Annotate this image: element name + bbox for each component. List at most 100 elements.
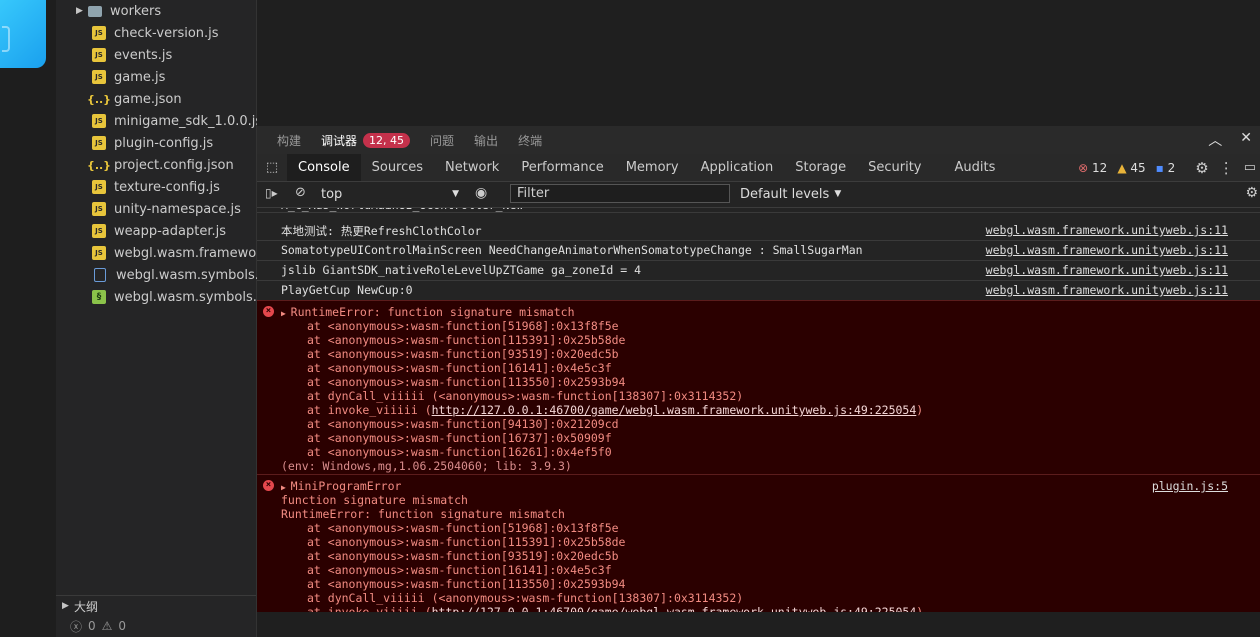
console-settings-icon[interactable]: ⚙ [1245, 185, 1258, 201]
panel-tab[interactable]: 输出 [474, 126, 498, 154]
error-icon: × [263, 306, 274, 317]
dropdown-arrow-icon: ▼ [452, 189, 459, 199]
devtools-tab[interactable]: Sources [361, 154, 434, 181]
stack-frame: at <anonymous>:wasm-function[93519]:0x20… [307, 549, 619, 563]
app-icon[interactable] [0, 0, 46, 68]
binary-file-icon: § [92, 290, 106, 304]
stack-frame: at <anonymous>:wasm-function[115391]:0x2… [307, 535, 626, 549]
js-file-icon: JS [92, 48, 106, 62]
file-name: weapp-adapter.js [114, 223, 226, 239]
log-row: M_C_Aus_WorldMainUI_UController_New [257, 208, 1260, 213]
dock-side-icon[interactable]: ▭ [1244, 160, 1256, 175]
log-source-link[interactable]: webgl.wasm.framework.unityweb.js:11 [986, 243, 1228, 257]
file-icon [94, 268, 106, 282]
js-file-icon: JS [92, 26, 106, 40]
devtools-tab[interactable]: Console [287, 154, 361, 181]
devtools-tab[interactable]: Storage [784, 154, 857, 181]
filter-input[interactable] [510, 184, 730, 203]
devtools-tab-bar: ⬚ Console Sources Network Performance Memory… [257, 154, 1260, 182]
panel-tab[interactable]: 终端 [518, 126, 542, 154]
app-logo-mark [2, 26, 10, 52]
log-source-link[interactable]: webgl.wasm.framework.unityweb.js:11 [986, 223, 1228, 237]
stack-frame: at <anonymous>:wasm-function[51968]:0x13… [307, 319, 619, 333]
issue-count-badge: 12, 45 [363, 132, 411, 148]
file-explorer: ▶ workers JS check-version.js JS events.js JS g… [56, 0, 281, 637]
error-title[interactable]: ▶ MiniProgramError [281, 479, 401, 493]
inspect-element-icon[interactable]: ⬚ [257, 160, 287, 175]
panel-tab[interactable]: 问题 [430, 126, 454, 154]
stack-frame: at <anonymous>:wasm-function[51968]:0x13… [307, 521, 619, 535]
stack-frame-link[interactable]: http://127.0.0.1:46700/game/webgl.wasm.f… [432, 605, 917, 612]
stack-frame: at <anonymous>:wasm-function[115391]:0x2… [307, 333, 626, 347]
context-select[interactable]: top ▼ [321, 184, 459, 204]
file-name: webgl.wasm.symbols.u... [114, 289, 278, 305]
message-count-icon[interactable]: ▪ 2 [1156, 161, 1176, 175]
panel-tab[interactable]: 调试器 12, 45 [321, 126, 411, 154]
folder-icon [88, 5, 102, 17]
panel-controls: ︿ ✕ [1208, 130, 1252, 150]
warning-count-icon[interactable]: ▲ 45 [1117, 161, 1145, 175]
file-name: texture-config.js [114, 179, 220, 195]
status-warning-count: 0 [118, 619, 127, 633]
expand-triangle-icon[interactable]: ▶ [281, 309, 291, 318]
folder-item[interactable]: ▶ workers [56, 0, 276, 22]
eye-icon[interactable]: ◉ [475, 185, 487, 201]
log-levels-select[interactable]: Default levels ▼ [740, 184, 841, 204]
outline-section[interactable]: ▶ 大纲 [56, 595, 256, 616]
panel-tab[interactable]: 构建 [277, 126, 301, 154]
stack-frame: at <anonymous>:wasm-function[16737]:0x50… [307, 431, 612, 445]
js-file-icon: JS [92, 180, 106, 194]
error-entry: × ▶ RuntimeError: function signature mism… [257, 300, 1260, 475]
status-bar[interactable]: ⓧ 0 ⚠ 0 [56, 615, 256, 637]
activity-bar [0, 0, 56, 637]
chevron-right-icon: ▶ [62, 601, 69, 611]
clear-console-icon[interactable]: ⊘ [295, 185, 306, 200]
stack-frame: at <anonymous>:wasm-function[94130]:0x21… [307, 417, 619, 431]
devtools-tab[interactable]: Performance [510, 154, 614, 181]
log-row: SomatotypeUIControlMainScreen NeedChange… [257, 240, 1260, 261]
log-message: M_C_Aus_WorldMainUI_UController_New [281, 208, 523, 212]
editor-area [257, 0, 1260, 126]
json-file-icon: {..} [86, 92, 112, 106]
file-name: workers [110, 3, 162, 19]
close-icon[interactable]: ✕ [1240, 130, 1252, 150]
devtools-tab[interactable]: Security [857, 154, 943, 181]
panel-tab-label: 问题 [430, 133, 455, 148]
console-output[interactable]: M_C_Aus_WorldMainUI_UController_New 本地测试:… [257, 208, 1260, 612]
devtools-tab[interactable]: Network [434, 154, 510, 181]
devtools-tab[interactable]: Audits [944, 154, 1007, 181]
chevron-right-icon: ▶ [76, 6, 83, 16]
sidebar-toggle-icon[interactable]: ▯▸ [265, 186, 278, 200]
stack-frame: at <anonymous>:wasm-function[93519]:0x20… [307, 347, 619, 361]
more-options-icon[interactable]: ⋮ [1219, 159, 1234, 177]
stack-frame-link[interactable]: http://127.0.0.1:46700/game/webgl.wasm.f… [432, 403, 917, 417]
devtools-tab[interactable]: Memory [615, 154, 690, 181]
error-source-link[interactable]: plugin.js:5 [1152, 479, 1228, 493]
log-source-link[interactable]: webgl.wasm.framework.unityweb.js:11 [986, 263, 1228, 277]
devtools-tab[interactable]: Application [690, 154, 785, 181]
file-name: minigame_sdk_1.0.0.js [114, 113, 263, 129]
log-message: PlayGetCup NewCup:0 [281, 283, 413, 297]
panel-tab-label: 调试器 [321, 133, 358, 148]
log-source-link[interactable]: webgl.wasm.framework.unityweb.js:11 [986, 283, 1228, 297]
console-toolbar: ▯▸ ⊘ top ▼ ◉ Default levels ▼ ⚙ [257, 182, 1260, 208]
error-count-icon[interactable]: ⊗ 12 [1078, 161, 1107, 175]
stack-frame: at <anonymous>:wasm-function[16141]:0x4e… [307, 361, 612, 375]
stack-frame-suffix: ) [916, 605, 924, 612]
panel-tab-label: 终端 [518, 133, 543, 148]
chevron-up-icon[interactable]: ︿ [1208, 130, 1222, 150]
devtools-counters: ⊗ 12 ▲ 45 ▪ 2 ⚙ ⋮ ▭ [1078, 154, 1260, 181]
settings-gear-icon[interactable]: ⚙ [1195, 159, 1208, 177]
log-row: 本地测试: 热更RefreshClothColor webgl.wasm.fram… [257, 220, 1260, 241]
stack-frame: at <anonymous>:wasm-function[16141]:0x4e… [307, 563, 612, 577]
file-name: plugin-config.js [114, 135, 214, 151]
panel-tab-bar: 构建 调试器 12, 45 问题 输出 终端 [257, 126, 1260, 154]
expand-triangle-icon[interactable]: ▶ [281, 483, 291, 492]
stack-frame: at dynCall_viiiii (<anonymous>:wasm-func… [307, 389, 744, 403]
error-title[interactable]: ▶ RuntimeError: function signature misma… [281, 305, 575, 319]
log-levels-label: Default levels [740, 186, 830, 202]
error-count: 12 [1092, 160, 1108, 175]
js-file-icon: JS [92, 224, 106, 238]
file-name: check-version.js [114, 25, 219, 41]
js-file-icon: JS [92, 202, 106, 216]
